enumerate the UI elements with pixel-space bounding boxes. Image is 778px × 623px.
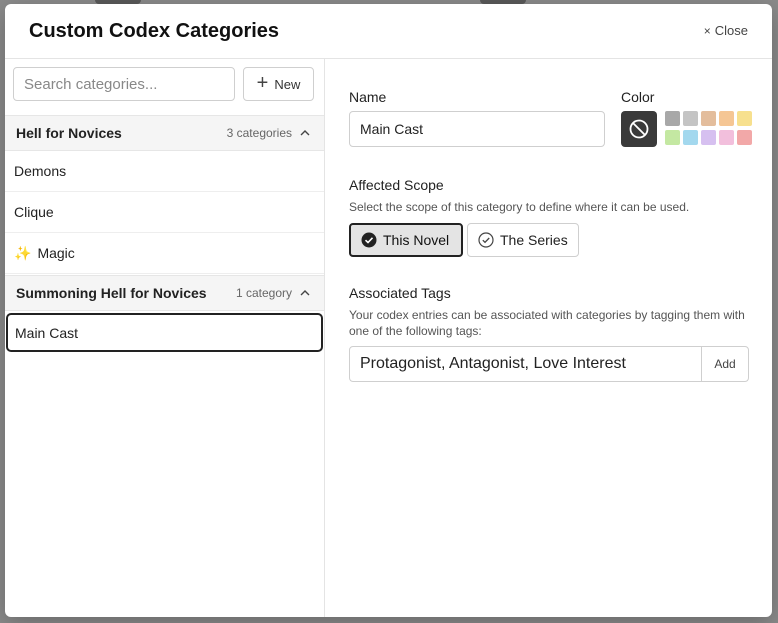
category-editor-pane: Name Color Affected Scope Select the sco… <box>349 59 772 617</box>
name-input[interactable] <box>349 111 605 147</box>
scope-label-text: This Novel <box>383 232 450 248</box>
color-label: Color <box>621 89 655 105</box>
group-header-hell-for-novices[interactable]: Hell for Novices 3 categories <box>5 115 324 151</box>
category-item-magic[interactable]: ✨ Magic <box>5 233 324 274</box>
search-row: + New <box>13 67 314 101</box>
check-circle-outline-icon <box>478 232 494 248</box>
categories-modal: Custom Codex Categories × Close + New He… <box>5 4 772 617</box>
category-label: Demons <box>14 163 67 179</box>
color-swatch[interactable] <box>665 130 680 145</box>
search-input[interactable] <box>13 67 235 101</box>
category-label: Clique <box>14 204 54 220</box>
chevron-up-icon <box>300 290 310 296</box>
color-swatch[interactable] <box>683 130 698 145</box>
category-label: Magic <box>37 245 75 261</box>
color-swatch[interactable] <box>719 111 734 126</box>
chevron-up-icon <box>300 130 310 136</box>
group-header-summoning-hell[interactable]: Summoning Hell for Novices 1 category <box>5 275 324 311</box>
close-label: Close <box>714 23 748 38</box>
new-category-button[interactable]: + New <box>243 67 314 101</box>
category-list-pane: + New Hell for Novices 3 categories Demo… <box>5 59 325 617</box>
color-swatch[interactable] <box>719 130 734 145</box>
no-color-swatch[interactable] <box>621 111 657 147</box>
tags-description: Your codex entries can be associated wit… <box>349 308 745 338</box>
category-item-clique[interactable]: Clique <box>5 192 324 233</box>
color-swatch[interactable] <box>701 111 716 126</box>
add-tag-button[interactable]: Add <box>701 347 748 381</box>
color-swatch[interactable] <box>737 130 752 145</box>
modal-header: Custom Codex Categories × Close <box>5 4 772 59</box>
group-name: Hell for Novices <box>16 125 122 141</box>
name-label: Name <box>349 89 387 105</box>
no-color-icon <box>629 119 649 139</box>
color-swatch[interactable] <box>683 111 698 126</box>
color-swatch[interactable] <box>737 111 752 126</box>
group-name: Summoning Hell for Novices <box>16 285 207 301</box>
new-label: New <box>274 76 301 92</box>
group-count: 1 category <box>235 286 292 300</box>
scope-label: Affected Scope <box>349 177 444 193</box>
category-label: Main Cast <box>15 324 79 341</box>
color-swatch[interactable] <box>701 130 716 145</box>
sparkles-icon: ✨ <box>14 244 32 261</box>
category-item-main-cast[interactable]: Main Cast <box>6 313 323 352</box>
scope-label-text: The Series <box>500 232 568 248</box>
close-button[interactable]: × Close <box>704 23 748 38</box>
tags-field: Add <box>349 346 749 382</box>
color-swatch[interactable] <box>665 111 680 126</box>
modal-title: Custom Codex Categories <box>29 20 280 42</box>
close-icon: × <box>703 23 711 38</box>
category-item-demons[interactable]: Demons <box>5 151 324 192</box>
scope-description: Select the scope of this category to def… <box>349 200 690 214</box>
group-count: 3 categories <box>226 126 292 140</box>
check-circle-filled-icon <box>361 232 377 248</box>
tags-input[interactable] <box>350 347 701 381</box>
scope-the-series-button[interactable]: The Series <box>467 223 579 257</box>
plus-icon: + <box>256 72 269 94</box>
scope-this-novel-button[interactable]: This Novel <box>349 223 463 257</box>
tags-label: Associated Tags <box>349 285 451 301</box>
